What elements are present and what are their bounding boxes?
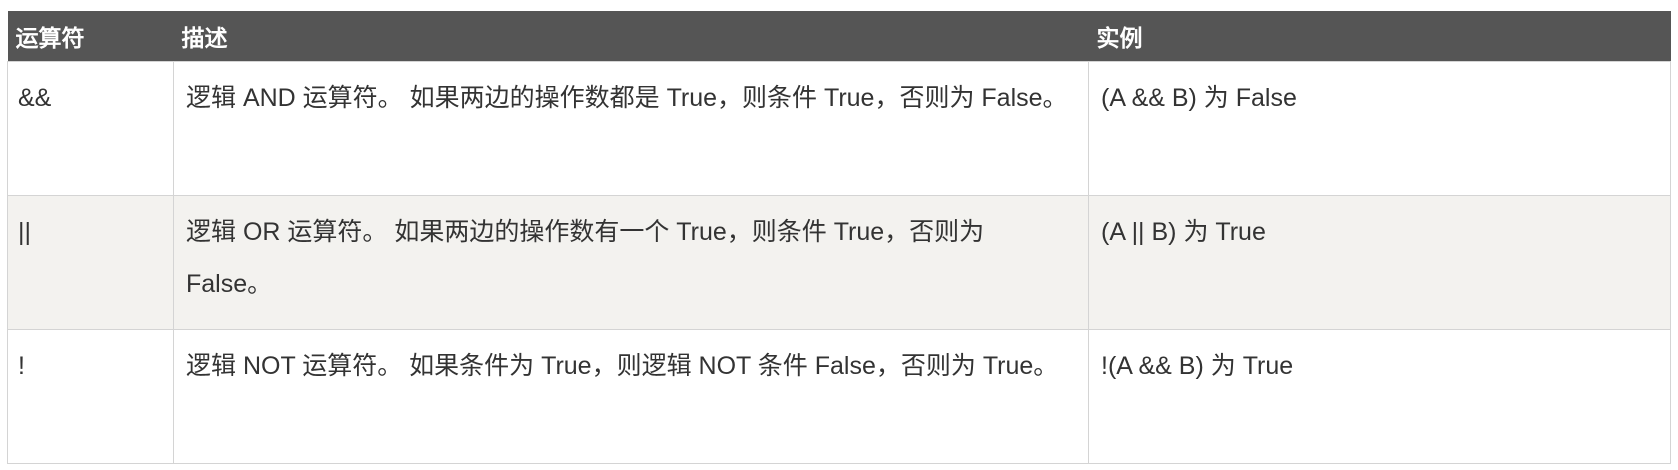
logical-operators-table: 运算符 描述 实例 && 逻辑 AND 运算符。 如果两边的操作数都是 True… [7,11,1671,464]
example-cell: (A || B) 为 True [1088,194,1671,330]
header-description: 描述 [181,24,228,51]
operators-table-container: 运算符 描述 实例 && 逻辑 AND 运算符。 如果两边的操作数都是 True… [7,11,1671,464]
example-cell: !(A && B) 为 True [1088,328,1671,464]
table-header: 运算符 描述 实例 [7,11,1671,61]
header-example: 实例 [1096,24,1143,51]
table-row: || 逻辑 OR 运算符。 如果两边的操作数有一个 True，则条件 True，… [7,194,1671,330]
description-cell: 逻辑 OR 运算符。 如果两边的操作数有一个 True，则条件 True，否则为… [173,194,1089,330]
operator-cell: && [7,60,174,196]
operator-cell: || [7,194,174,330]
table-row: ! 逻辑 NOT 运算符。 如果条件为 True，则逻辑 NOT 条件 Fals… [7,328,1671,464]
description-cell: 逻辑 AND 运算符。 如果两边的操作数都是 True，则条件 True，否则为… [173,60,1089,196]
example-cell: (A && B) 为 False [1088,60,1671,196]
header-row: 运算符 描述 实例 [7,11,1671,61]
description-cell: 逻辑 NOT 运算符。 如果条件为 True，则逻辑 NOT 条件 False，… [173,328,1089,464]
table-row: && 逻辑 AND 运算符。 如果两边的操作数都是 True，则条件 True，… [7,60,1671,196]
header-operator: 运算符 [15,24,85,51]
operator-cell: ! [7,328,174,464]
table-body: && 逻辑 AND 运算符。 如果两边的操作数都是 True，则条件 True，… [7,60,1671,464]
